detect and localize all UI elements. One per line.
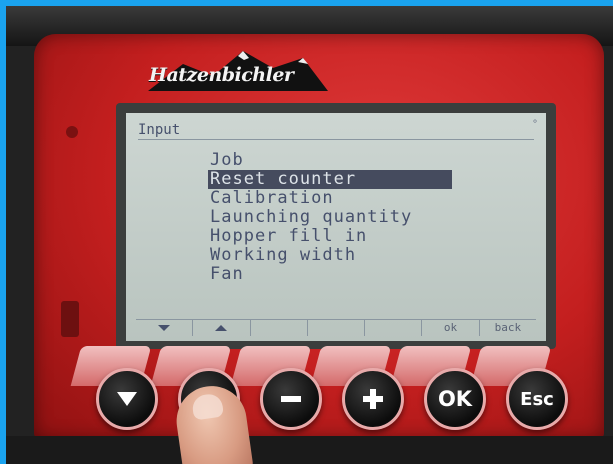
lcd-screen: Input ° Job Reset counter Calibration La… <box>126 113 546 341</box>
fingernail <box>191 392 225 421</box>
softkey-5[interactable] <box>364 320 421 336</box>
menu-item-reset-counter[interactable]: Reset counter <box>208 170 452 189</box>
screen-corner-mark: ° <box>531 119 538 130</box>
softkey-3[interactable] <box>249 320 307 336</box>
plus-button[interactable] <box>342 368 404 430</box>
esc-label: Esc <box>520 388 554 410</box>
menu-item-calibration[interactable]: Calibration <box>208 189 488 208</box>
menu-item-working-width[interactable]: Working width <box>208 246 488 265</box>
softkey-ok[interactable]: ok <box>421 320 478 336</box>
minus-icon <box>281 396 301 402</box>
screen-title: Input <box>138 121 534 140</box>
brand-logo: Hatzenbichler <box>143 46 333 96</box>
esc-button[interactable]: Esc <box>506 368 568 430</box>
menu-item-launching-quantity[interactable]: Launching quantity <box>208 208 488 227</box>
down-arrow-icon <box>117 392 137 406</box>
softkey-bar: ok back <box>136 319 536 336</box>
softkey-back[interactable]: back <box>478 320 536 336</box>
softkey-up[interactable] <box>192 320 249 336</box>
ok-button[interactable]: OK <box>424 368 486 430</box>
input-menu: Job Reset counter Calibration Launching … <box>208 151 488 284</box>
bottom-bezel <box>6 436 613 464</box>
minus-button[interactable] <box>260 368 322 430</box>
softkey-down[interactable] <box>136 320 192 336</box>
menu-item-hopper-fill-in[interactable]: Hopper fill in <box>208 227 488 246</box>
down-button[interactable] <box>96 368 158 430</box>
arrow-up-icon <box>215 325 228 331</box>
plus-icon <box>363 389 383 409</box>
ok-label: OK <box>437 387 473 411</box>
menu-item-job[interactable]: Job <box>208 151 488 170</box>
side-connector <box>61 301 79 337</box>
device-photo: Hatzenbichler Input ° Job Reset counter … <box>6 6 613 464</box>
status-led <box>66 126 78 138</box>
logo-text: Hatzenbichler <box>149 64 294 86</box>
arrow-down-icon <box>158 325 171 331</box>
menu-item-fan[interactable]: Fan <box>208 265 488 284</box>
softkey-4[interactable] <box>306 320 364 336</box>
